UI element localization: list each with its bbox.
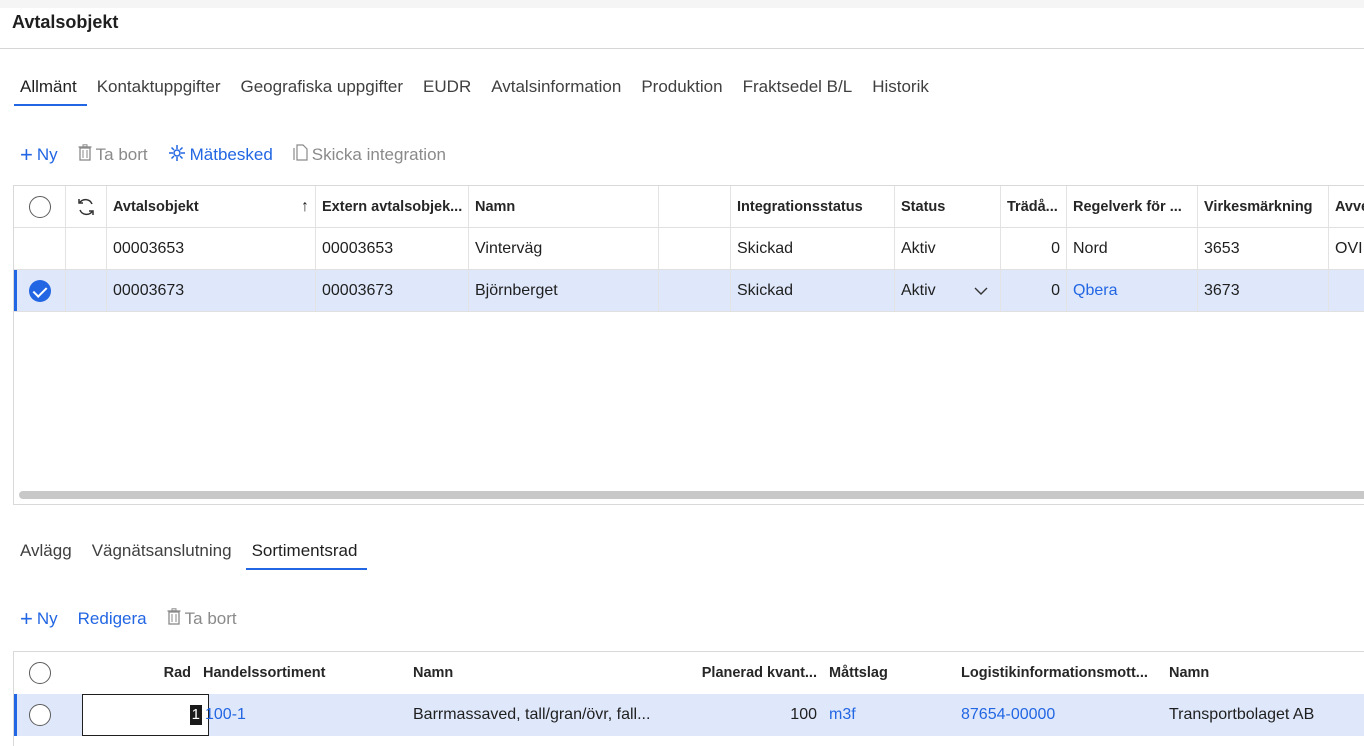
grid-header-row: Avtalsobjekt ↑ Extern avtalsobjek... Namn… xyxy=(14,186,1364,228)
edit-button[interactable]: Redigera xyxy=(78,609,147,629)
cell-mattslag-link[interactable]: m3f xyxy=(823,694,955,736)
table-row[interactable]: 00003653 00003653 Vinterväg Skickad Akti… xyxy=(14,228,1364,270)
col-header-namn[interactable]: Namn xyxy=(469,186,659,227)
col-header-namn[interactable]: Namn xyxy=(407,652,687,694)
sortimentsrad-grid: Rad Handelssortiment Namn Planerad kvant… xyxy=(13,651,1364,746)
col-header-extern[interactable]: Extern avtalsobjek... xyxy=(316,186,469,227)
refresh-icon[interactable] xyxy=(76,197,96,217)
col-header-handelssortiment[interactable]: Handelssortiment xyxy=(197,652,407,694)
tab-kontaktuppgifter[interactable]: Kontaktuppgifter xyxy=(87,72,231,106)
cell-avve[interactable]: OVI xyxy=(1329,228,1364,269)
delete-button[interactable]: Ta bort xyxy=(78,144,148,166)
status-dropdown[interactable]: Aktiv xyxy=(895,270,1001,311)
sub-tab-bar: Avlägg Vägnätsanslutning Sortimentsrad xyxy=(10,536,368,570)
cell-namn[interactable]: Vinterväg xyxy=(469,228,659,269)
cell-regelverk-link[interactable]: Qbera xyxy=(1067,270,1198,311)
sub-new-button[interactable]: + Ny xyxy=(20,606,58,631)
title-divider xyxy=(0,48,1364,49)
cell-virkesmarkning[interactable]: 3653 xyxy=(1198,228,1329,269)
tab-sortimentsrad[interactable]: Sortimentsrad xyxy=(242,536,368,570)
rad-edit-input[interactable]: 1 xyxy=(82,694,209,736)
cell-blank xyxy=(659,270,731,311)
cell-integrationsstatus[interactable]: Skickad xyxy=(731,270,895,311)
cell-logistik-link[interactable]: 87654-00000 xyxy=(955,694,1163,736)
col-header-mattslag[interactable]: Måttslag xyxy=(823,652,955,694)
select-all-cell[interactable] xyxy=(14,652,66,694)
col-header-regelverk[interactable]: Regelverk för ... xyxy=(1067,186,1198,227)
cell-avtalsobjekt[interactable]: 00003673 xyxy=(107,270,316,311)
tab-geografiska-uppgifter[interactable]: Geografiska uppgifter xyxy=(231,72,414,106)
chevron-down-icon[interactable] xyxy=(974,282,988,300)
measure-report-button[interactable]: Mätbesked xyxy=(168,144,273,167)
refresh-cell[interactable] xyxy=(66,186,107,227)
tab-avtalsinformation[interactable]: Avtalsinformation xyxy=(481,72,631,106)
table-row-selected[interactable]: 00003673 00003673 Björnberget Skickad Ak… xyxy=(14,270,1364,312)
row-checked-icon[interactable] xyxy=(28,279,51,302)
col-header-blank[interactable] xyxy=(659,186,731,227)
cell-handelssortiment-link[interactable]: 100-1 xyxy=(199,694,407,736)
page-title: Avtalsobjekt xyxy=(12,12,119,32)
row-select-cell[interactable] xyxy=(14,228,66,269)
avtalsobjekt-grid: Avtalsobjekt ↑ Extern avtalsobjek... Namn… xyxy=(13,185,1364,505)
cell-avtalsobjekt[interactable]: 00003653 xyxy=(107,228,316,269)
cell-planerad-kvantitet[interactable]: 100 xyxy=(687,694,823,736)
document-icon xyxy=(293,144,308,166)
cell-blank xyxy=(659,228,731,269)
top-strip xyxy=(0,0,1364,8)
tab-historik[interactable]: Historik xyxy=(862,72,939,106)
col-header-namn-2[interactable]: Namn xyxy=(1163,652,1364,694)
row-select-cell[interactable] xyxy=(14,694,66,736)
tab-allmant[interactable]: Allmänt xyxy=(10,72,87,106)
cell-regelverk[interactable]: Nord xyxy=(1067,228,1198,269)
cell-namn[interactable]: Björnberget xyxy=(469,270,659,311)
col-header-integrationsstatus[interactable]: Integrationsstatus xyxy=(731,186,895,227)
sort-asc-icon: ↑ xyxy=(301,197,309,215)
row-select-cell[interactable] xyxy=(14,270,66,311)
trash-icon xyxy=(78,144,92,166)
row-radio[interactable] xyxy=(29,704,51,726)
send-integration-button[interactable]: Skicka integration xyxy=(293,144,446,166)
select-all-radio[interactable] xyxy=(29,662,51,684)
cell-tradag[interactable]: 0 xyxy=(1001,270,1067,311)
main-tab-bar: Allmänt Kontaktuppgifter Geografiska upp… xyxy=(10,72,939,106)
col-header-avtalsobjekt[interactable]: Avtalsobjekt ↑ xyxy=(107,186,316,227)
row-blank-cell xyxy=(66,228,107,269)
col-header-planerad-kvantitet[interactable]: Planerad kvant... xyxy=(687,652,823,694)
col-header-avve[interactable]: Avve xyxy=(1329,186,1364,227)
select-all-radio[interactable] xyxy=(28,195,51,218)
table-row-selected[interactable]: 1 100-1 Barrmassaved, tall/gran/övr, fal… xyxy=(14,694,1364,736)
tab-avlagg[interactable]: Avlägg xyxy=(10,536,82,570)
cell-tradag[interactable]: 0 xyxy=(1001,228,1067,269)
cell-virkesmarkning[interactable]: 3673 xyxy=(1198,270,1329,311)
col-header-status[interactable]: Status xyxy=(895,186,1001,227)
tab-vagnatsanslutning[interactable]: Vägnätsanslutning xyxy=(82,536,242,570)
cell-extern[interactable]: 00003673 xyxy=(316,270,469,311)
col-header-rad[interactable]: Rad xyxy=(66,652,197,694)
cell-transport-name[interactable]: Transportbolaget AB xyxy=(1163,694,1364,736)
measure-icon xyxy=(168,144,186,167)
cell-extern[interactable]: 00003653 xyxy=(316,228,469,269)
main-toolbar: + Ny Ta bort Mätbesked Skicka integratio… xyxy=(20,142,466,168)
tab-produktion[interactable]: Produktion xyxy=(631,72,732,106)
col-header-tradag[interactable]: Trädå... xyxy=(1001,186,1067,227)
plus-icon: + xyxy=(20,606,33,631)
tab-fraktsedel[interactable]: Fraktsedel B/L xyxy=(733,72,863,106)
plus-icon: + xyxy=(20,142,33,167)
cell-status[interactable]: Aktiv xyxy=(895,228,1001,269)
sub-delete-button[interactable]: Ta bort xyxy=(167,608,237,630)
col-header-logistik[interactable]: Logistikinformationsmott... xyxy=(955,652,1163,694)
new-button[interactable]: + Ny xyxy=(20,142,58,167)
sub-toolbar: + Ny Redigera Ta bort xyxy=(20,606,257,632)
row-blank-cell xyxy=(66,270,107,311)
grid-header-row: Rad Handelssortiment Namn Planerad kvant… xyxy=(14,652,1364,694)
cell-avve[interactable] xyxy=(1329,270,1364,311)
trash-icon xyxy=(167,608,181,630)
cell-namn[interactable]: Barrmassaved, tall/gran/övr, fall... xyxy=(407,694,687,736)
cell-integrationsstatus[interactable]: Skickad xyxy=(731,228,895,269)
select-all-cell[interactable] xyxy=(14,186,66,227)
tab-eudr[interactable]: EUDR xyxy=(413,72,481,106)
col-header-virkesmarkning[interactable]: Virkesmärkning xyxy=(1198,186,1329,227)
horizontal-scrollbar[interactable] xyxy=(19,491,1364,499)
